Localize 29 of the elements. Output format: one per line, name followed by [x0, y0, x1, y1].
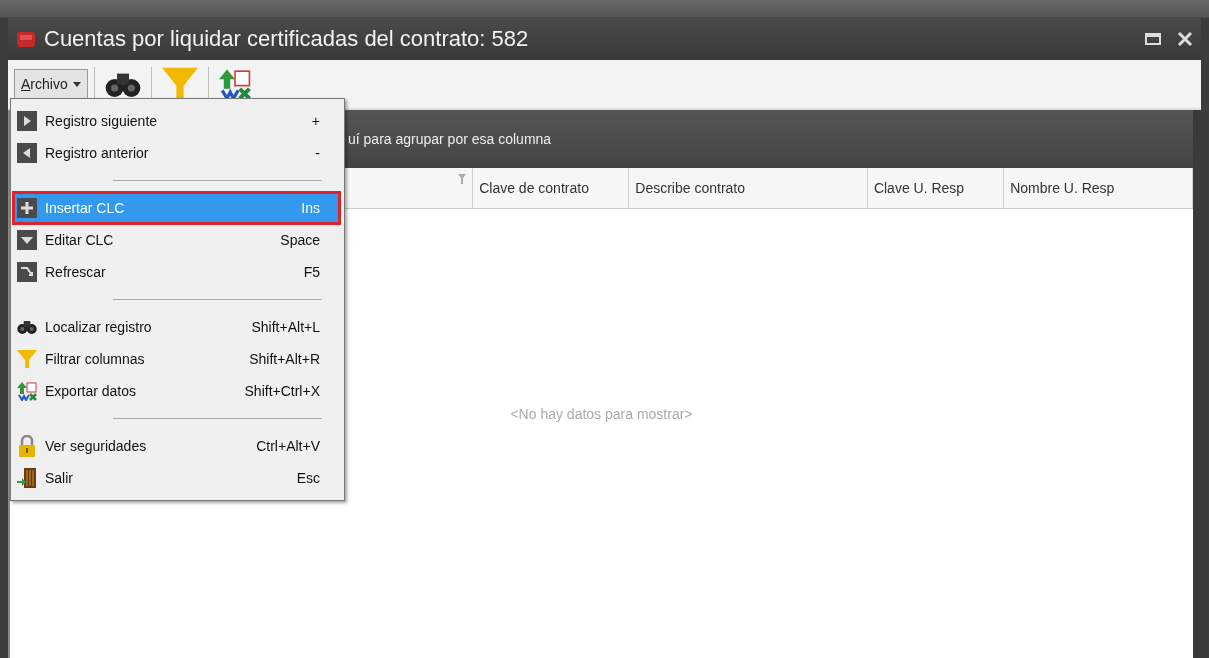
funnel-icon: [17, 349, 37, 369]
app-logo-icon: [16, 29, 36, 49]
menu-item[interactable]: Ver seguridades Ctrl+Alt+V: [13, 430, 340, 462]
menu-item[interactable]: Localizar registro Shift+Alt+L: [13, 311, 340, 343]
column-header[interactable]: Clave de contrato: [473, 168, 630, 208]
menu-item[interactable]: Refrescar F5: [13, 256, 340, 288]
menu-item[interactable]: Salir Esc: [13, 462, 340, 494]
window-title: Cuentas por liquidar certificadas del contrato: 582: [44, 26, 530, 52]
door-icon: [17, 467, 37, 489]
column-header[interactable]: Nombre U. Resp: [1004, 168, 1194, 208]
empty-message: <No hay datos para mostrar>: [510, 405, 693, 422]
export-icon: [17, 381, 37, 401]
export-icon: [218, 68, 251, 100]
archivo-menu-button[interactable]: Archivo: [14, 69, 88, 99]
menu-item[interactable]: Filtrar columnas Shift+Alt+R: [13, 343, 340, 375]
column-header[interactable]: Clave U. Resp: [867, 168, 1005, 208]
back-icon: [17, 143, 37, 163]
play-icon: [17, 111, 37, 131]
menu-item[interactable]: Registro anterior -: [13, 137, 340, 169]
plus-icon: [17, 198, 37, 218]
menu-item[interactable]: Exportar datos Shift+Ctrl+X: [13, 375, 340, 407]
lock-icon: [17, 435, 37, 457]
refresh-icon: [17, 262, 37, 282]
column-header[interactable]: Describe contrato: [629, 168, 868, 208]
menu-item[interactable]: Editar CLC Space: [13, 224, 340, 256]
binoculars-icon: [17, 319, 37, 335]
caret-icon: [72, 81, 81, 87]
group-hint: uí para agrupar por esa columna: [348, 131, 552, 147]
menu-item[interactable]: Registro siguiente +: [13, 105, 340, 137]
